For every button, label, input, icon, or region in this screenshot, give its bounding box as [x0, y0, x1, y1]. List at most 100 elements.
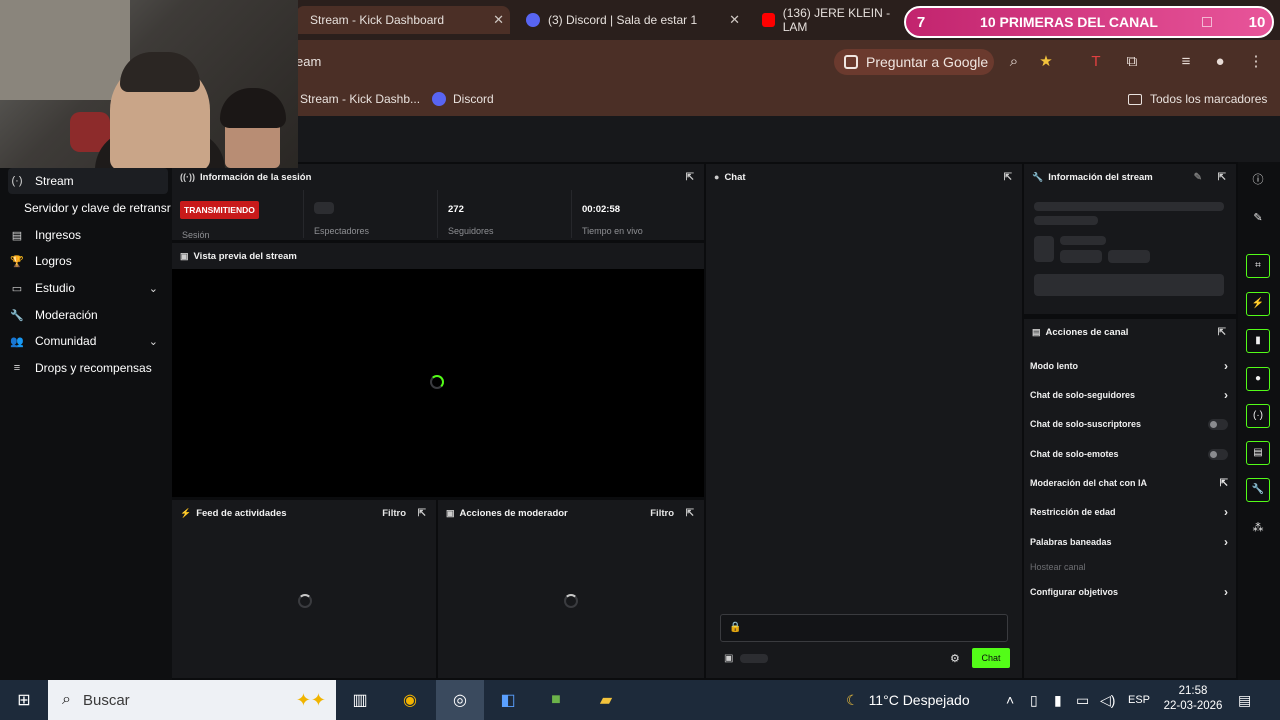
- external-link-icon: ⇱: [1219, 477, 1228, 489]
- studio-icon: ▭: [11, 282, 23, 295]
- sidebar-item-ingresos[interactable]: ▤ Ingresos: [8, 222, 168, 248]
- preview-icon: ▣: [180, 250, 189, 261]
- media-control-icon[interactable]: ≡: [1176, 52, 1196, 72]
- age-restriction-option[interactable]: Restricción de edad ›: [1030, 502, 1228, 522]
- loading-placeholder: [1034, 236, 1054, 262]
- lens-icon: [844, 55, 858, 69]
- sidebar-item-drops[interactable]: ≡ Drops y recompensas: [8, 355, 168, 381]
- moderator-actions-panel: ▣ Acciones de moderador Filtro ⇱: [438, 500, 704, 678]
- sidebar-item-label: Drops y recompensas: [35, 361, 152, 375]
- all-bookmarks-button[interactable]: Todos los marcadores: [1128, 92, 1267, 106]
- profile-avatar-icon[interactable]: ●: [1210, 52, 1230, 72]
- notifications-icon[interactable]: ▤: [1238, 680, 1251, 720]
- live-status-badge: TRANSMITIENDO: [180, 201, 259, 219]
- popout-icon[interactable]: ⇱: [686, 508, 694, 519]
- bookmark-discord[interactable]: Discord: [432, 92, 494, 106]
- wrench-icon[interactable]: 🔧: [1246, 478, 1270, 502]
- counter-current: 7: [916, 13, 926, 31]
- filter-button[interactable]: Filtro: [382, 508, 406, 519]
- popout-icon[interactable]: ⇱: [1218, 172, 1226, 183]
- microphone-icon[interactable]: ▮: [1054, 680, 1062, 720]
- popout-icon[interactable]: ⇱: [418, 508, 426, 519]
- obs-icon[interactable]: ◎: [436, 680, 484, 720]
- popout-icon[interactable]: ⇱: [686, 172, 694, 183]
- network-icon[interactable]: ▭: [1076, 680, 1089, 720]
- option-label: Modo lento: [1030, 361, 1078, 371]
- clock[interactable]: 21:58 22-03-2026: [1158, 684, 1228, 714]
- close-tab-icon[interactable]: ✕: [493, 12, 504, 28]
- bookmark-kick[interactable]: Stream - Kick Dashb...: [300, 92, 420, 106]
- tab-youtube[interactable]: (136) JERE KLEIN - LAM: [756, 6, 906, 34]
- popout-icon[interactable]: ⇱: [1218, 327, 1226, 338]
- task-view-icon[interactable]: ▥: [336, 680, 384, 720]
- panel-layout-icon[interactable]: ▤: [1246, 441, 1270, 465]
- discord-icon: [432, 92, 446, 106]
- emote-icon[interactable]: ▣: [724, 653, 733, 664]
- minecraft-icon[interactable]: ■: [532, 680, 580, 720]
- session-stat: TRANSMITIENDO Sesión: [172, 190, 304, 240]
- wrench-icon: 🔧: [1032, 171, 1044, 182]
- file-explorer-icon[interactable]: ▰: [582, 680, 630, 720]
- notes-icon[interactable]: ▮: [1246, 329, 1270, 353]
- stream-preview-panel: ▣ Vista previa del stream: [172, 243, 704, 497]
- star-icon[interactable]: ★: [1036, 52, 1056, 72]
- chat-send-button[interactable]: Chat: [972, 648, 1010, 668]
- moon-icon: ☾: [846, 691, 859, 708]
- emotes-only-toggle[interactable]: [1208, 448, 1228, 460]
- settings-gear-icon[interactable]: ⚙: [950, 652, 960, 665]
- option-label: Chat de solo-suscriptores: [1030, 419, 1142, 429]
- chat-input[interactable]: 🔒: [720, 614, 1008, 642]
- language-indicator[interactable]: ESP: [1128, 680, 1150, 720]
- sidebar-item-logros[interactable]: 🏆 Logros: [8, 248, 168, 274]
- configure-goals-option[interactable]: Configurar objetivos ›: [1030, 582, 1228, 602]
- viewers-stat: Espectadores: [304, 190, 438, 238]
- stat-label: Espectadores: [314, 226, 370, 236]
- broadcast-icon[interactable]: (·): [1246, 404, 1270, 428]
- ask-google-button[interactable]: Preguntar a Google: [834, 49, 994, 75]
- chrome-icon[interactable]: ◉: [386, 680, 434, 720]
- sidebar-item-comunidad[interactable]: 👥 Comunidad ⌄: [8, 328, 168, 354]
- sidebar-item-server-key[interactable]: Servidor y clave de retransr: [24, 195, 172, 221]
- windows-start-icon[interactable]: ⊞: [0, 680, 48, 720]
- edit-pencil-icon[interactable]: ✎: [1194, 172, 1202, 183]
- slow-mode-option[interactable]: Modo lento ›: [1030, 356, 1228, 376]
- sidebar-item-label: Comunidad: [35, 334, 97, 348]
- weather-widget[interactable]: ☾ 11°C Despejado: [846, 680, 970, 720]
- url-field[interactable]: eam: [296, 48, 321, 76]
- filter-button[interactable]: Filtro: [650, 508, 674, 519]
- search-icon[interactable]: ⌕: [1004, 52, 1024, 72]
- sidebar-item-stream[interactable]: (·) Stream: [8, 168, 168, 194]
- app-icon[interactable]: ◧: [484, 680, 532, 720]
- lightning-icon[interactable]: ⚡: [1246, 292, 1270, 316]
- extension-icon[interactable]: T: [1086, 52, 1106, 72]
- option-label: Chat de solo-emotes: [1030, 449, 1119, 459]
- tool-rail: ⓘ ✎ ⌗ ⚡ ▮ ● (·) ▤ 🔧 ⁂: [1238, 162, 1280, 680]
- close-tab-icon[interactable]: ✕: [729, 12, 740, 28]
- volume-icon[interactable]: ◁): [1100, 680, 1115, 720]
- sidebar-item-estudio[interactable]: ▭ Estudio ⌄: [8, 275, 168, 301]
- chevron-right-icon: ›: [1224, 585, 1228, 599]
- edit-pencil-icon[interactable]: ✎: [1246, 206, 1270, 230]
- extensions-puzzle-icon[interactable]: ⧉: [1122, 52, 1142, 72]
- loading-placeholder: [1034, 216, 1098, 225]
- ai-moderation-option[interactable]: Moderación del chat con IA ⇱: [1030, 473, 1228, 493]
- followers-only-option[interactable]: Chat de solo-seguidores ›: [1030, 385, 1228, 405]
- clip-tool-icon[interactable]: ⌗: [1246, 254, 1270, 278]
- bookmark-label: Stream - Kick Dashb...: [300, 92, 421, 106]
- popout-icon[interactable]: ⇱: [1004, 172, 1012, 183]
- tray-app-icon[interactable]: ▯: [1030, 680, 1038, 720]
- banned-words-option[interactable]: Palabras baneadas ›: [1030, 532, 1228, 552]
- sidebar-item-moderacion[interactable]: 🔧 Moderación: [8, 302, 168, 328]
- taskbar-search[interactable]: ⌕ Buscar ✦✦: [48, 680, 336, 720]
- tab-discord[interactable]: (3) Discord | Sala de estar 1 ✕: [520, 6, 746, 34]
- subscribers-only-toggle[interactable]: [1208, 418, 1228, 430]
- chevron-up-icon[interactable]: ˄: [1006, 680, 1014, 720]
- info-icon[interactable]: ⓘ: [1246, 168, 1270, 192]
- trophy-icon: 🏆: [10, 255, 24, 268]
- search-placeholder: Buscar: [82, 691, 130, 709]
- tab-kick-dashboard[interactable]: Stream - Kick Dashboard ✕: [296, 6, 510, 34]
- tab-title: (136) JERE KLEIN - LAM: [782, 6, 891, 34]
- kebab-menu-icon[interactable]: ⋮: [1246, 52, 1266, 72]
- chat-bubble-icon[interactable]: ●: [1246, 367, 1270, 391]
- connections-icon[interactable]: ⁂: [1246, 516, 1270, 540]
